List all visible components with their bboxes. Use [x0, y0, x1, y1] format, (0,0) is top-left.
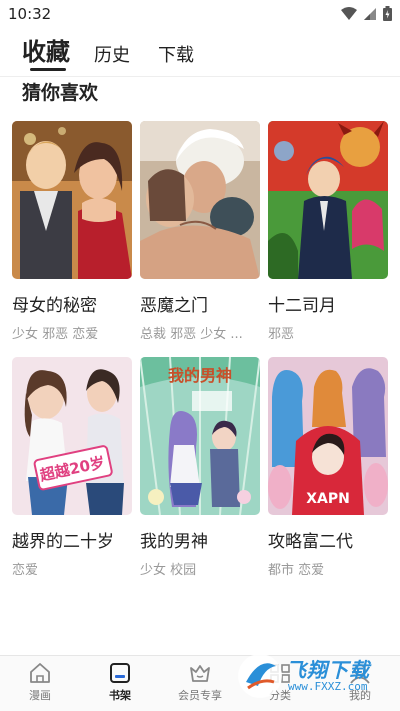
nav-item-vip[interactable]: 会员专享	[170, 662, 230, 703]
comic-tags: 都市 恋爱	[268, 563, 325, 578]
top-tabs: 收藏 历史 下载	[0, 30, 400, 76]
comic-tags: 邪恶	[268, 327, 295, 342]
comic-title: 母女的秘密	[12, 296, 97, 316]
home-icon	[30, 663, 50, 683]
comic-cover[interactable]	[140, 121, 260, 279]
comic-cover[interactable]: 我的男神	[140, 357, 260, 515]
comic-cover[interactable]: XAPN	[268, 357, 388, 515]
comic-card[interactable]: 超越20岁 越界的二十岁 恋爱	[12, 357, 132, 578]
comic-cover[interactable]: 超越20岁	[12, 357, 132, 515]
comic-title: 十二司月	[268, 296, 336, 316]
battery-icon	[383, 6, 392, 21]
cover-title-text: XAPN	[306, 491, 350, 507]
comic-title: 攻略富二代	[268, 532, 353, 552]
nav-item-bookshelf[interactable]: 书架	[90, 662, 150, 703]
comic-tags: 恋爱	[12, 563, 39, 578]
nav-label: 书架	[109, 689, 131, 702]
active-tab-indicator	[30, 68, 66, 71]
header-divider	[0, 76, 400, 77]
nav-label: 会员专享	[178, 689, 222, 702]
cover-title-text: 我的男神	[168, 366, 232, 385]
signal-icon	[364, 7, 376, 20]
bookshelf-icon	[110, 663, 130, 683]
section-title: 猜你喜欢	[22, 82, 99, 104]
vip-crown-icon	[190, 665, 210, 682]
watermark-name: 飞翔下载	[286, 658, 370, 682]
status-bar: 10:32	[0, 0, 400, 28]
comic-card[interactable]: 恶魔之门 总裁 邪恶 少女 ...	[140, 121, 260, 342]
tab-download[interactable]: 下载	[158, 41, 194, 67]
nav-item-comics[interactable]: 漫画	[10, 662, 70, 703]
comic-cover[interactable]	[12, 121, 132, 279]
watermark-logo-icon	[238, 654, 282, 698]
status-time: 10:32	[8, 5, 52, 23]
comic-card[interactable]: 十二司月 邪恶	[268, 121, 388, 342]
comic-title: 恶魔之门	[140, 296, 208, 316]
nav-label: 漫画	[29, 689, 51, 702]
status-icons	[341, 6, 392, 21]
comic-title: 我的男神	[140, 532, 208, 552]
comic-card[interactable]: 母女的秘密 少女 邪恶 恋爱	[12, 121, 132, 342]
watermark: 飞翔下载 www.FXXZ.com	[236, 650, 394, 702]
comic-tags: 少女 邪恶 恋爱	[12, 327, 99, 342]
comic-card[interactable]: 我的男神 我的男神 少女 校园	[140, 357, 260, 578]
comic-tags: 总裁 邪恶 少女 ...	[140, 327, 243, 342]
tab-history[interactable]: 历史	[94, 41, 130, 67]
tab-favorites[interactable]: 收藏	[22, 32, 70, 67]
watermark-url: www.FXXZ.com	[288, 680, 368, 693]
comic-cover[interactable]	[268, 121, 388, 279]
comic-tags: 少女 校园	[140, 563, 197, 578]
comic-title: 越界的二十岁	[12, 532, 114, 552]
comic-card[interactable]: XAPN 攻略富二代 都市 恋爱	[268, 357, 388, 578]
wifi-icon	[341, 6, 357, 20]
